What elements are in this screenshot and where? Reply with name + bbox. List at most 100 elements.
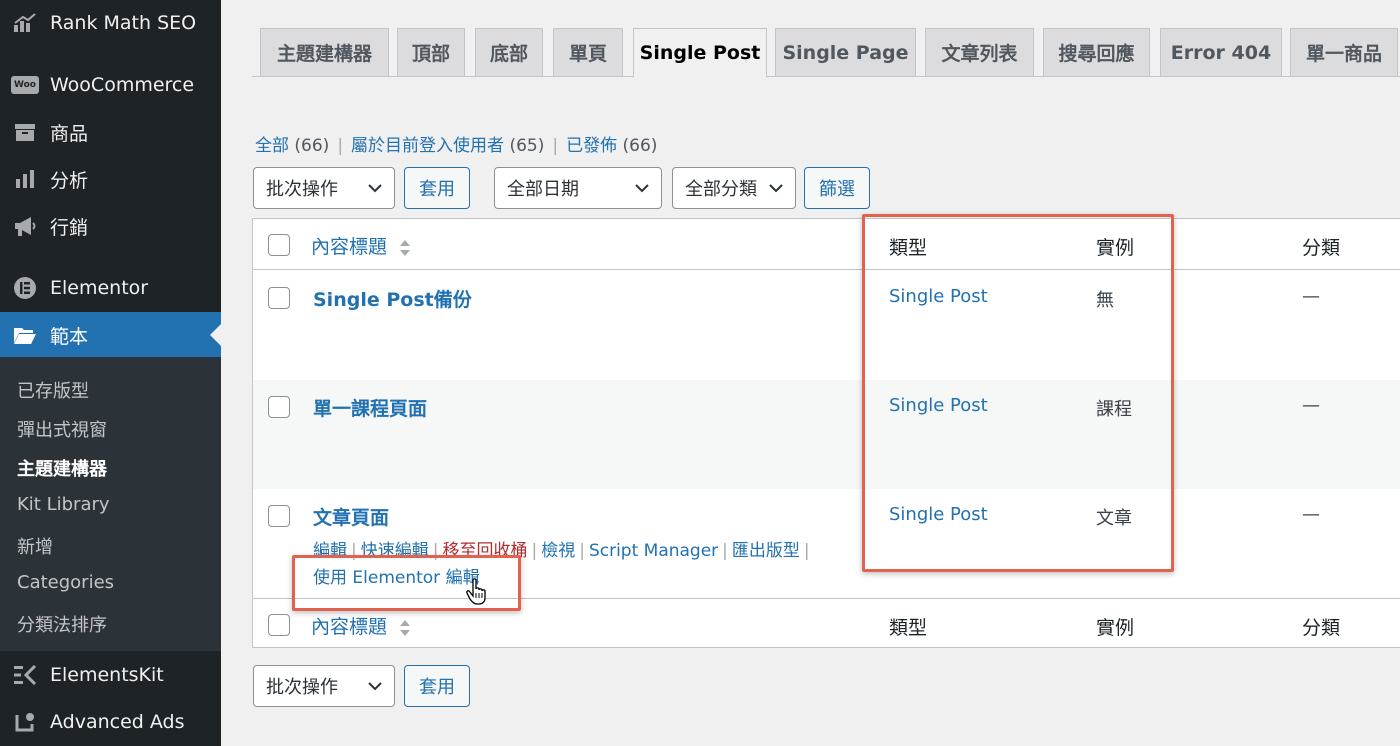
row-instance: 課程 bbox=[1096, 399, 1132, 420]
menu-label: ElementsKit bbox=[50, 664, 164, 686]
templates-table: 內容標題 類型 實例 分類 Single Post備份 Single Post … bbox=[252, 218, 1400, 648]
action-quick-edit[interactable]: 快速編輯 bbox=[361, 541, 429, 561]
date-filter-select[interactable]: 全部日期 bbox=[494, 167, 662, 209]
action-separator: | bbox=[531, 541, 538, 561]
date-filter-value: 全部日期 bbox=[507, 179, 579, 200]
row-type-link[interactable]: Single Post bbox=[889, 395, 988, 416]
row-checkbox[interactable] bbox=[268, 396, 290, 418]
category-filter-select[interactable]: 全部分類 bbox=[672, 167, 796, 209]
menu-elementskit[interactable]: ElementsKit bbox=[0, 652, 221, 698]
column-type-header: 類型 bbox=[889, 237, 928, 259]
menu-label: Elementor bbox=[50, 277, 149, 299]
table-row: 文章頁面 編輯 | 快速編輯 | 移至回收桶 | 檢視 | Script Manager | 匯出版… bbox=[253, 489, 1400, 598]
row-title-link[interactable]: 單一課程頁面 bbox=[313, 394, 427, 421]
action-edit[interactable]: 編輯 bbox=[313, 541, 347, 561]
row-checkbox[interactable] bbox=[268, 287, 290, 309]
sort-icon bbox=[400, 239, 411, 256]
elementskit-icon bbox=[12, 662, 38, 688]
filter-button[interactable]: 篩選 bbox=[804, 167, 870, 209]
view-published-link[interactable]: 已發佈 bbox=[566, 136, 617, 156]
chevron-down-icon bbox=[635, 184, 649, 193]
admin-sidebar: Rank Math SEO Woo WooCommerce 商品 分析 行銷 E… bbox=[0, 0, 221, 746]
submenu-add-new[interactable]: 新增 bbox=[17, 533, 53, 559]
action-export-template[interactable]: 匯出版型 bbox=[732, 541, 800, 561]
column-category-footer: 分類 bbox=[1302, 617, 1341, 639]
megaphone-icon bbox=[12, 213, 38, 239]
tab-single-product[interactable]: 單一商品 bbox=[1290, 28, 1398, 77]
submenu-kit-library[interactable]: Kit Library bbox=[17, 494, 110, 515]
row-instance: 文章 bbox=[1096, 508, 1132, 529]
submenu-saved-templates[interactable]: 已存版型 bbox=[17, 377, 89, 403]
apply-button-top[interactable]: 套用 bbox=[404, 167, 470, 209]
woo-icon: Woo bbox=[11, 72, 39, 98]
bulk-action-select-top[interactable]: 批次操作 bbox=[253, 167, 395, 209]
menu-advanced-ads[interactable]: Advanced Ads bbox=[0, 699, 221, 745]
post-status-views: 全部 (66) | 屬於目前登入使用者 (65) | 已發佈 (66) bbox=[255, 131, 657, 156]
menu-elementor[interactable]: Elementor bbox=[0, 265, 221, 311]
column-instance-header: 實例 bbox=[1096, 237, 1135, 259]
chevron-down-icon bbox=[368, 682, 382, 691]
action-separator: | bbox=[432, 541, 439, 561]
view-all-count: (66) bbox=[294, 136, 330, 156]
column-title-footer[interactable]: 內容標題 bbox=[311, 612, 411, 639]
tab-single-page[interactable]: Single Page bbox=[775, 28, 916, 77]
view-separator: | bbox=[337, 136, 344, 156]
menu-marketing[interactable]: 行銷 bbox=[0, 203, 221, 249]
template-type-tabs: 主題建構器 頂部 底部 單頁 Single Post Single Page 文… bbox=[252, 28, 1400, 78]
analytics-icon bbox=[12, 166, 38, 192]
row-title-link[interactable]: 文章頁面 bbox=[313, 503, 389, 530]
tab-search-results[interactable]: 搜尋回應 bbox=[1043, 28, 1150, 77]
tab-error-404[interactable]: Error 404 bbox=[1160, 28, 1282, 77]
folder-icon bbox=[12, 322, 38, 348]
row-checkbox[interactable] bbox=[268, 505, 290, 527]
row-type-link[interactable]: Single Post bbox=[889, 286, 988, 307]
menu-label: WooCommerce bbox=[50, 74, 195, 96]
view-published-count: (66) bbox=[622, 136, 658, 156]
tab-footer[interactable]: 底部 bbox=[475, 28, 543, 77]
submenu-theme-builder[interactable]: 主題建構器 bbox=[17, 455, 107, 481]
bulk-action-select-bottom[interactable]: 批次操作 bbox=[253, 665, 395, 707]
menu-templates[interactable]: 範本 bbox=[0, 312, 221, 358]
menu-label: 行銷 bbox=[50, 216, 89, 239]
select-all-checkbox[interactable] bbox=[268, 234, 290, 256]
row-type-link[interactable]: Single Post bbox=[889, 504, 988, 525]
view-mine-link[interactable]: 屬於目前登入使用者 bbox=[351, 136, 504, 156]
edit-with-elementor-link[interactable]: 使用 Elementor 編輯 bbox=[313, 563, 480, 588]
row-category: — bbox=[1302, 504, 1320, 525]
tab-single-page-zh[interactable]: 單頁 bbox=[553, 28, 623, 77]
column-title-header[interactable]: 內容標題 bbox=[311, 232, 411, 259]
action-separator: | bbox=[722, 541, 728, 561]
view-all-link[interactable]: 全部 bbox=[255, 136, 289, 156]
tab-single-post[interactable]: Single Post bbox=[633, 28, 767, 78]
products-icon bbox=[12, 119, 38, 145]
menu-products[interactable]: 商品 bbox=[0, 109, 221, 155]
tab-theme-builder[interactable]: 主題建構器 bbox=[260, 28, 389, 77]
sort-icon bbox=[400, 619, 411, 636]
submenu-categories[interactable]: Categories bbox=[17, 572, 114, 593]
tab-archive[interactable]: 文章列表 bbox=[925, 28, 1034, 77]
elementor-icon bbox=[12, 275, 38, 301]
table-header: 內容標題 類型 實例 分類 bbox=[253, 219, 1400, 270]
table-row: 單一課程頁面 Single Post 課程 — bbox=[253, 380, 1400, 489]
submenu-taxonomy-order[interactable]: 分類法排序 bbox=[17, 611, 107, 637]
menu-label: 分析 bbox=[50, 169, 89, 192]
select-all-checkbox-bottom[interactable] bbox=[268, 614, 290, 636]
menu-woocommerce[interactable]: Woo WooCommerce bbox=[0, 62, 221, 108]
table-footer: 內容標題 類型 實例 分類 bbox=[253, 598, 1400, 649]
menu-label: Rank Math SEO bbox=[50, 12, 197, 34]
tab-header[interactable]: 頂部 bbox=[397, 28, 465, 77]
action-trash[interactable]: 移至回收桶 bbox=[442, 541, 527, 561]
row-title-link[interactable]: Single Post備份 bbox=[313, 285, 472, 312]
menu-label: 範本 bbox=[50, 325, 89, 348]
action-script-manager[interactable]: Script Manager bbox=[589, 541, 718, 561]
category-filter-value: 全部分類 bbox=[685, 179, 757, 200]
apply-button-bottom[interactable]: 套用 bbox=[404, 665, 470, 707]
column-title-label: 內容標題 bbox=[311, 616, 388, 638]
menu-rank-math-seo[interactable]: Rank Math SEO bbox=[0, 0, 221, 46]
table-row: Single Post備份 Single Post 無 — bbox=[253, 271, 1400, 380]
row-category: — bbox=[1302, 395, 1320, 416]
menu-analytics[interactable]: 分析 bbox=[0, 156, 221, 202]
action-view[interactable]: 檢視 bbox=[541, 541, 575, 561]
column-instance-footer: 實例 bbox=[1096, 617, 1135, 639]
submenu-popups[interactable]: 彈出式視窗 bbox=[17, 416, 107, 442]
